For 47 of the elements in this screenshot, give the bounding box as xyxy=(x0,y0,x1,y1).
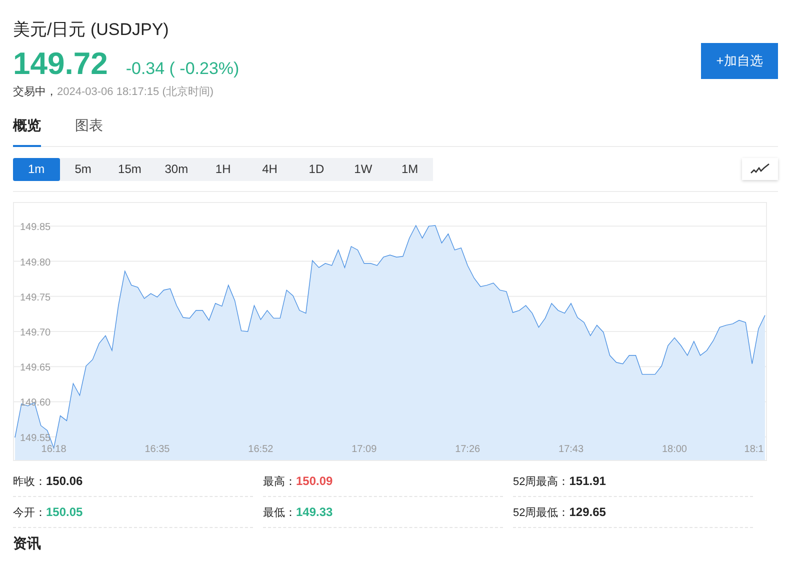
tab[interactable]: 图表 xyxy=(75,117,103,147)
period-button[interactable]: 1m xyxy=(13,158,60,180)
stat-value: 150.05 xyxy=(46,505,83,519)
x-axis-label: 17:09 xyxy=(352,444,377,455)
stat-label: 52周最高： xyxy=(513,474,570,488)
stat-value: 129.65 xyxy=(569,505,606,519)
x-axis-label: 17:43 xyxy=(558,444,584,455)
y-axis-label: 149.75 xyxy=(20,292,51,304)
stat-label: 今开： xyxy=(13,506,46,520)
period-button[interactable]: 15m xyxy=(106,158,154,180)
price-change: -0.34 ( -0.23%) xyxy=(126,59,240,79)
period-button[interactable]: 1H xyxy=(200,158,246,180)
period-button[interactable]: 5m xyxy=(60,158,106,180)
add-watchlist-button[interactable]: +加自选 xyxy=(701,43,778,79)
pair-title: 美元/日元 (USDJPY) xyxy=(13,19,170,41)
period-button[interactable]: 1M xyxy=(386,158,434,180)
period-button[interactable]: 1D xyxy=(293,158,340,180)
period-button[interactable]: 1W xyxy=(340,158,386,180)
stat-label: 最高： xyxy=(263,474,296,488)
y-axis-label: 149.70 xyxy=(20,328,51,338)
trading-status: 交易中， xyxy=(13,84,57,99)
period-button[interactable]: 30m xyxy=(153,158,200,180)
x-axis-label: 16:52 xyxy=(248,444,274,455)
x-axis-label: 16:18 xyxy=(41,444,66,455)
stat-value: 149.33 xyxy=(296,505,333,519)
x-axis-label: 18:1 xyxy=(744,444,764,455)
stat-value: 150.06 xyxy=(46,474,83,488)
section-title: 资讯 xyxy=(13,534,42,552)
chart-type-button[interactable] xyxy=(742,158,778,180)
period-button[interactable]: 4H xyxy=(246,158,294,180)
stat-label: 52周最低： xyxy=(513,506,570,520)
stat-value: 151.91 xyxy=(569,474,606,488)
y-axis-label: 149.55 xyxy=(20,432,51,444)
x-axis-label: 16:35 xyxy=(144,444,170,455)
y-axis-label: 149.60 xyxy=(20,398,51,409)
tab[interactable]: 概览 xyxy=(13,117,41,147)
x-axis-label: 18:00 xyxy=(662,444,687,455)
line-chart-icon xyxy=(750,163,770,175)
stat-label: 昨收： xyxy=(13,474,46,488)
stat-label: 最低： xyxy=(263,506,296,520)
y-axis-label: 149.65 xyxy=(20,362,51,374)
y-axis-label: 149.85 xyxy=(20,222,51,234)
stat-value: 150.09 xyxy=(296,474,333,488)
price: 149.72 xyxy=(13,45,108,83)
y-axis-label: 149.80 xyxy=(20,257,51,268)
x-axis-label: 17:26 xyxy=(455,444,480,455)
quote-time: 2024-03-06 18:17:15 (北京时间) xyxy=(57,84,214,99)
